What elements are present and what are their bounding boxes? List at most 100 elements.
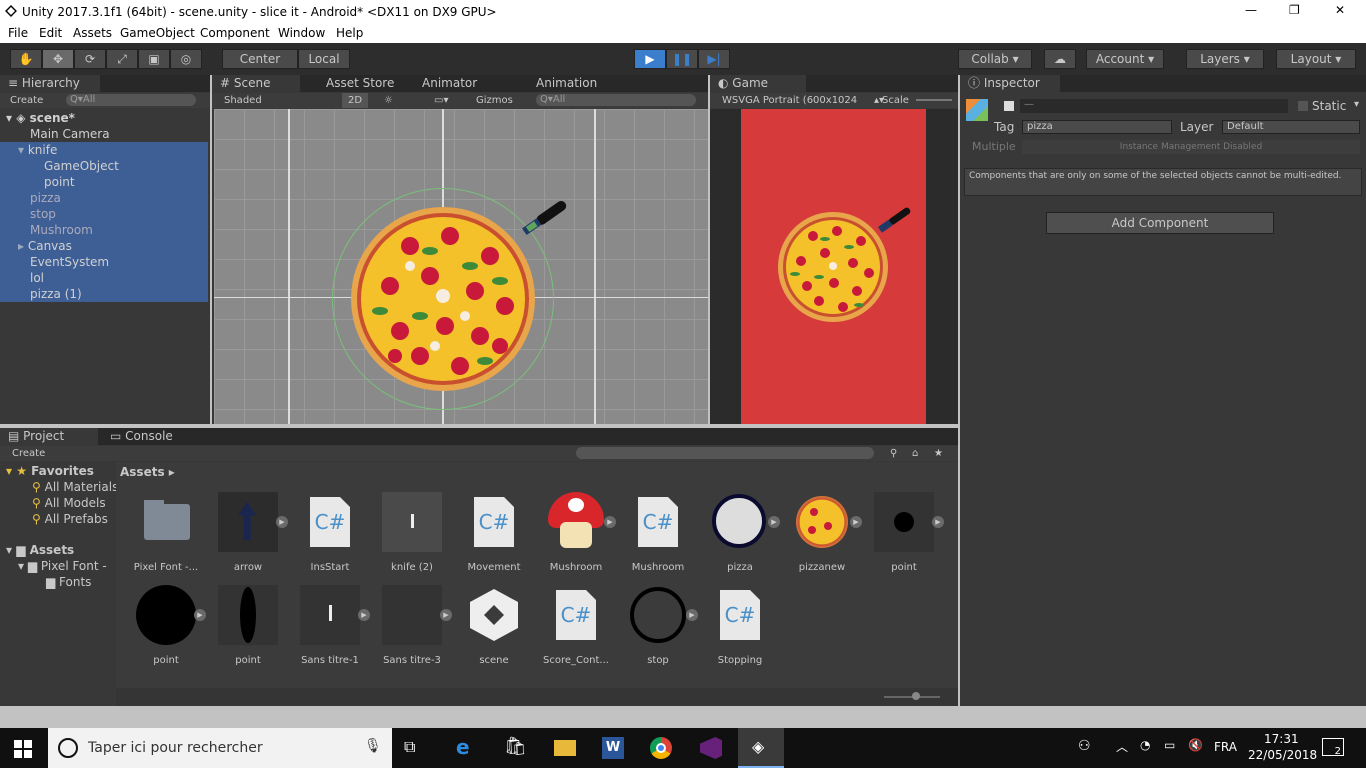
collab-button[interactable]: Collab ▾	[958, 49, 1032, 69]
tab-hierarchy[interactable]: ≡ Hierarchy	[0, 75, 100, 92]
static-checkbox[interactable]	[1298, 101, 1308, 111]
project-search-input[interactable]	[576, 447, 874, 459]
menu-edit[interactable]: Edit	[39, 26, 62, 40]
scene-search-input[interactable]: Q▾All	[536, 94, 696, 106]
assets-root[interactable]: ▾ ▆ Assets	[6, 543, 74, 557]
clock-date[interactable]: 22/05/2018	[1248, 748, 1317, 762]
pause-button[interactable]: ❚❚	[666, 49, 698, 69]
lighting-icon[interactable]: ☼	[384, 93, 393, 108]
play-button[interactable]: ▶	[634, 49, 666, 69]
scale-tool-icon[interactable]: ⤢	[106, 49, 138, 69]
hierarchy-item-stop[interactable]: stop	[0, 206, 208, 222]
hierarchy-item-pizza[interactable]: pizza	[0, 190, 208, 206]
expand-arrow-icon[interactable]: ▶	[604, 516, 616, 528]
tab-scene[interactable]: # Scene	[212, 75, 300, 92]
menu-assets[interactable]: Assets	[73, 26, 112, 40]
taskbar-search-box[interactable]: Taper ici pour rechercher 🎙	[48, 728, 392, 768]
name-input[interactable]: —	[1020, 99, 1288, 113]
expand-arrow-icon[interactable]: ▶	[440, 609, 452, 621]
windows-start-icon[interactable]	[14, 740, 32, 758]
transform-tool-icon[interactable]: ◎	[170, 49, 202, 69]
store-icon[interactable]: 🛍	[504, 736, 527, 757]
resolution-dropdown[interactable]: WSVGA Portrait (600x1024	[722, 93, 882, 108]
tab-project[interactable]: ▤ Project	[0, 428, 98, 445]
expand-arrow-icon[interactable]: ▶	[932, 516, 944, 528]
expand-arrow-icon[interactable]: ▶	[850, 516, 862, 528]
favorite-all-prefabs[interactable]: ⚲ All Prefabs	[32, 512, 108, 526]
tray-chevron-icon[interactable]: ︿	[1116, 738, 1128, 755]
tag-dropdown[interactable]: pizza	[1022, 120, 1172, 134]
scale-slider[interactable]	[916, 99, 952, 101]
microphone-icon[interactable]: 🎙	[364, 738, 382, 754]
hierarchy-item-eventsystem[interactable]: EventSystem	[0, 254, 208, 270]
rotate-tool-icon[interactable]: ⟳	[74, 49, 106, 69]
pivot-local-button[interactable]: Local	[298, 49, 350, 69]
hand-tool-icon[interactable]: ✋	[10, 49, 42, 69]
expand-arrow-icon[interactable]: ▶	[276, 516, 288, 528]
file-explorer-icon[interactable]	[554, 740, 576, 756]
clock-time[interactable]: 17:31	[1264, 732, 1299, 746]
expand-arrow-icon[interactable]: ▶	[358, 609, 370, 621]
people-icon[interactable]: ⚇	[1078, 738, 1091, 754]
hierarchy-item-lol[interactable]: lol	[0, 270, 208, 286]
chrome-icon[interactable]	[650, 737, 672, 759]
menu-component[interactable]: Component	[200, 26, 270, 40]
gizmos-dropdown[interactable]: Gizmos	[476, 93, 513, 108]
filter-label-icon[interactable]: ⌂	[912, 446, 918, 461]
hierarchy-search-input[interactable]: Q▾All	[66, 94, 196, 106]
network-icon[interactable]: ◔	[1140, 738, 1150, 752]
tab-animation[interactable]: Animation	[528, 75, 618, 92]
slider-thumb[interactable]	[912, 692, 920, 700]
layer-dropdown[interactable]: Default	[1222, 120, 1360, 134]
volume-muted-icon[interactable]: 🔇	[1188, 738, 1203, 752]
task-view-icon[interactable]: ⧉	[404, 737, 415, 757]
language-indicator[interactable]: FRA	[1214, 740, 1237, 754]
hierarchy-create-button[interactable]: Create	[10, 93, 43, 108]
unity-taskbar-button[interactable]: ◈	[738, 728, 784, 768]
hierarchy-item-canvas[interactable]: ▸ Canvas	[0, 238, 208, 254]
tab-inspector[interactable]: ⓘ Inspector	[960, 75, 1060, 92]
expand-arrow-icon[interactable]: ▶	[194, 609, 206, 621]
static-dropdown-icon[interactable]: ▾	[1354, 99, 1359, 110]
minimize-button[interactable]: —	[1245, 3, 1257, 17]
knife-sprite[interactable]	[514, 193, 574, 243]
hierarchy-item-knife[interactable]: ▾ knife	[0, 142, 208, 158]
cloud-icon[interactable]: ☁	[1044, 49, 1076, 69]
favorite-all-materials[interactable]: ⚲ All Materials	[32, 480, 118, 494]
scene-viewport[interactable]	[214, 109, 708, 424]
tab-game[interactable]: ◐ Game	[710, 75, 806, 92]
expand-arrow-icon[interactable]: ▶	[768, 516, 780, 528]
favorite-star-icon[interactable]: ★	[934, 446, 943, 461]
favorite-all-models[interactable]: ⚲ All Models	[32, 496, 106, 510]
shaded-dropdown[interactable]: Shaded	[224, 93, 262, 108]
tab-asset-store[interactable]: Asset Store	[318, 75, 408, 92]
action-center-icon[interactable]: 2	[1322, 738, 1344, 757]
hierarchy-item-main-camera[interactable]: Main Camera	[0, 126, 208, 142]
hierarchy-item-point[interactable]: point	[0, 174, 208, 190]
favorites-header[interactable]: ▾ ★ Favorites	[6, 464, 94, 478]
step-button[interactable]: ▶|	[698, 49, 730, 69]
hierarchy-item-gameobject[interactable]: GameObject	[0, 158, 208, 174]
hierarchy-item-mushroom[interactable]: Mushroom	[0, 222, 208, 238]
menu-file[interactable]: File	[8, 26, 28, 40]
tab-console[interactable]: ▭ Console	[102, 428, 200, 445]
layers-dropdown[interactable]: Layers ▾	[1186, 49, 1264, 69]
2d-toggle[interactable]: 2D	[342, 93, 369, 108]
account-button[interactable]: Account ▾	[1086, 49, 1164, 69]
layout-dropdown[interactable]: Layout ▾	[1276, 49, 1356, 69]
battery-icon[interactable]: ▭	[1164, 738, 1175, 752]
tab-animator[interactable]: Animator	[414, 75, 504, 92]
word-icon[interactable]: W	[602, 737, 624, 759]
project-create-button[interactable]: Create	[12, 446, 45, 461]
move-tool-icon[interactable]: ✥	[42, 49, 74, 69]
pivot-center-button[interactable]: Center	[222, 49, 298, 69]
effects-icon[interactable]: ▭▾	[434, 93, 448, 108]
filter-type-icon[interactable]: ⚲	[890, 446, 897, 461]
rect-tool-icon[interactable]: ▣	[138, 49, 170, 69]
assets-breadcrumb[interactable]: Assets ▸	[120, 465, 175, 479]
menu-help[interactable]: Help	[336, 26, 363, 40]
hierarchy-item-pizza-1[interactable]: pizza (1)	[0, 286, 208, 302]
pizza-sprite[interactable]	[350, 206, 536, 392]
close-button[interactable]: ✕	[1335, 3, 1345, 17]
edge-browser-icon[interactable]: e	[456, 735, 470, 759]
